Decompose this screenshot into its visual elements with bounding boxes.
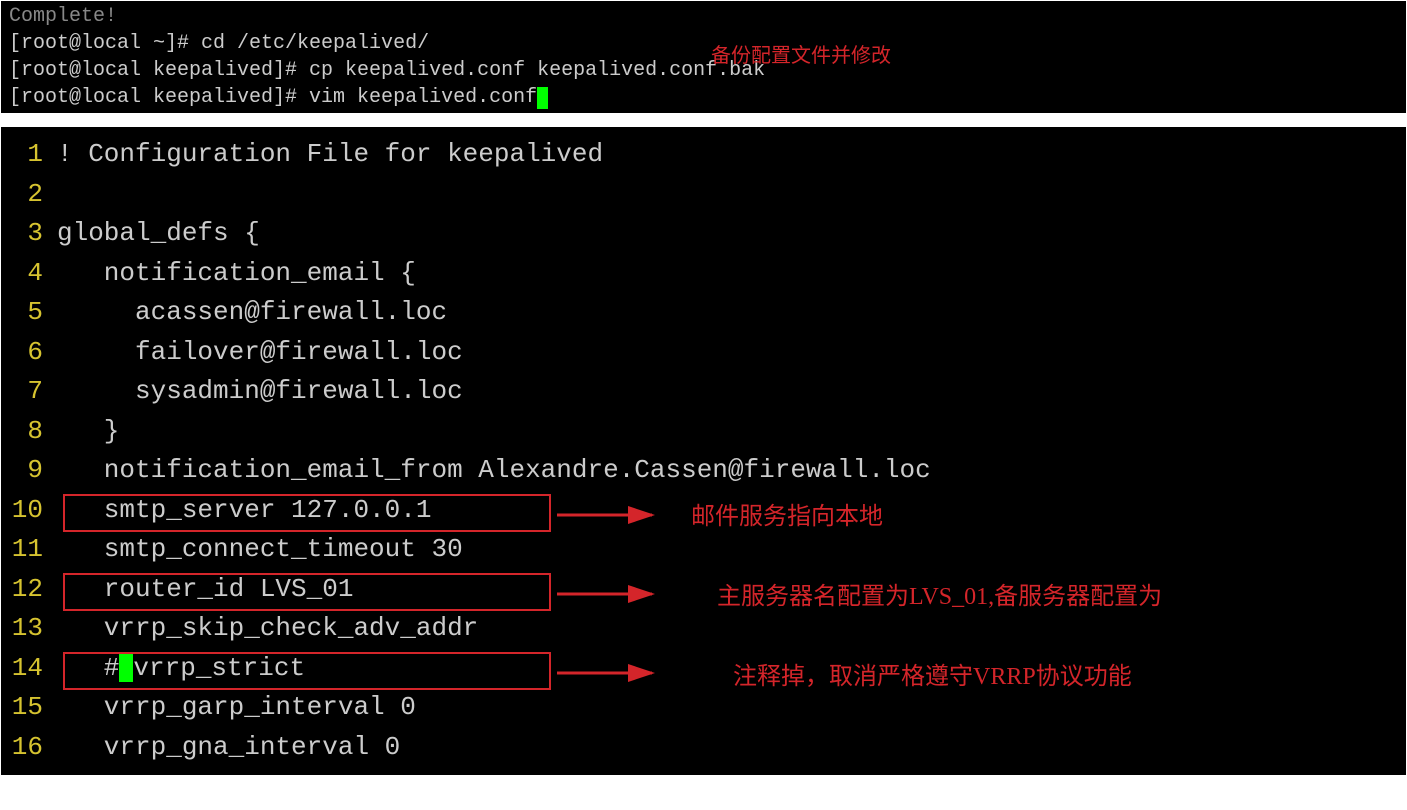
code-line: 15 vrrp_garp_interval 0 (9, 688, 1406, 728)
code-text: router_id LVS_01 (57, 570, 353, 610)
vim-editor-block[interactable]: 1! Configuration File for keepalived 2 3… (0, 126, 1407, 776)
code-line: 3global_defs { (9, 214, 1406, 254)
terminal-cursor (537, 87, 548, 109)
code-text: ! Configuration File for keepalived (57, 135, 603, 175)
line-number: 1 (9, 135, 57, 175)
code-text: acassen@firewall.loc (57, 293, 447, 333)
code-line: 2 (9, 175, 1406, 215)
line-number: 4 (9, 254, 57, 294)
line-number: 11 (9, 530, 57, 570)
terminal-line: [root@local keepalived]# vim keepalived.… (9, 84, 1398, 111)
terminal-line: Complete! (9, 3, 1398, 30)
annotation-vrrpstrict: 注释掉，取消严格遵守VRRP协议功能 (733, 659, 1132, 695)
code-line: 16 vrrp_gna_interval 0 (9, 728, 1406, 768)
code-text: smtp_connect_timeout 30 (57, 530, 463, 570)
code-text: #vrrp_strict (57, 649, 305, 689)
line-number: 6 (9, 333, 57, 373)
code-line: 4 notification_email { (9, 254, 1406, 294)
annotation-backup: 备份配置文件并修改 (711, 43, 891, 70)
code-text: global_defs { (57, 214, 260, 254)
code-text: smtp_server 127.0.0.1 (57, 491, 431, 531)
line-number: 8 (9, 412, 57, 452)
code-line: 12 router_id LVS_01 (9, 570, 1406, 610)
code-line: 13 vrrp_skip_check_adv_addr (9, 609, 1406, 649)
code-line: 14 #vrrp_strict (9, 649, 1406, 689)
line-number: 13 (9, 609, 57, 649)
line-number: 16 (9, 728, 57, 768)
code-text: sysadmin@firewall.loc (57, 372, 463, 412)
terminal-prompt-block: Complete! [root@local ~]# cd /etc/keepal… (0, 0, 1407, 114)
code-text: notification_email_from Alexandre.Cassen… (57, 451, 931, 491)
code-line: 5 acassen@firewall.loc (9, 293, 1406, 333)
code-line: 11 smtp_connect_timeout 30 (9, 530, 1406, 570)
annotation-smtp: 邮件服务指向本地 (691, 499, 883, 535)
code-line: 9 notification_email_from Alexandre.Cass… (9, 451, 1406, 491)
code-line: 7 sysadmin@firewall.loc (9, 372, 1406, 412)
code-line: 8 } (9, 412, 1406, 452)
line-number: 12 (9, 570, 57, 610)
code-text: vrrp_gna_interval 0 (57, 728, 400, 768)
code-text: notification_email { (57, 254, 416, 294)
line-number: 9 (9, 451, 57, 491)
line-number: 14 (9, 649, 57, 689)
line-number: 10 (9, 491, 57, 531)
annotation-routerid: 主服务器名配置为LVS_01,备服务器配置为 (717, 579, 1162, 615)
line-number: 2 (9, 175, 57, 215)
editor-cursor (119, 654, 133, 682)
line-number: 3 (9, 214, 57, 254)
code-line: 1! Configuration File for keepalived (9, 135, 1406, 175)
code-text: vrrp_garp_interval 0 (57, 688, 416, 728)
terminal-line: [root@local ~]# cd /etc/keepalived/ (9, 30, 1398, 57)
line-number: 15 (9, 688, 57, 728)
line-number: 5 (9, 293, 57, 333)
code-line: 6 failover@firewall.loc (9, 333, 1406, 373)
code-text: } (57, 412, 119, 452)
terminal-line: [root@local keepalived]# cp keepalived.c… (9, 57, 1398, 84)
line-number: 7 (9, 372, 57, 412)
code-text: vrrp_skip_check_adv_addr (57, 609, 478, 649)
code-text: failover@firewall.loc (57, 333, 463, 373)
